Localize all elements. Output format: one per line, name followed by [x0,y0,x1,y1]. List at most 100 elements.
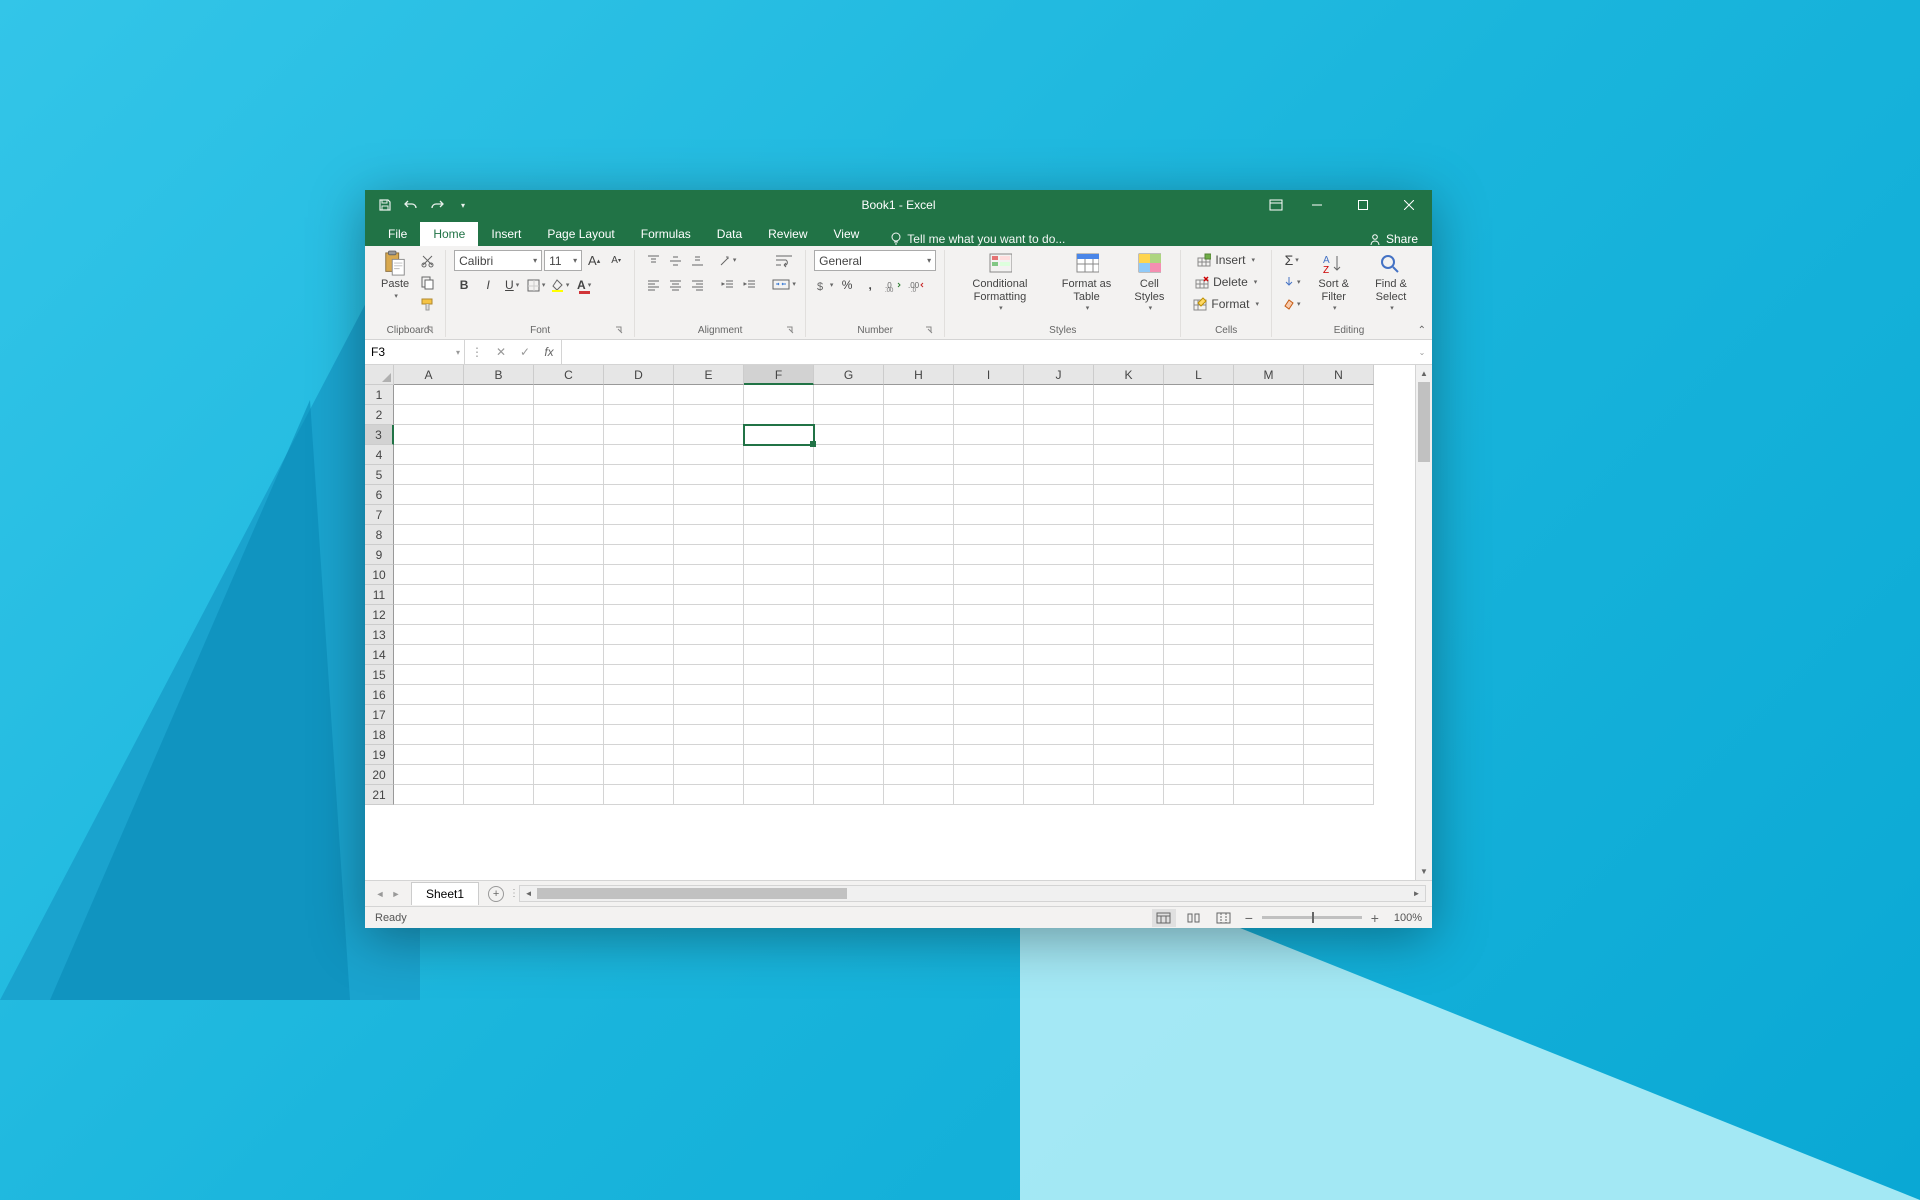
cell[interactable] [534,685,604,705]
cell[interactable] [884,645,954,665]
cell[interactable] [604,785,674,805]
insert-cells-button[interactable]: Insert▾ [1189,250,1263,270]
wrap-text-button[interactable] [771,250,797,270]
insert-function-button[interactable]: fx [541,344,557,360]
cell[interactable] [464,725,534,745]
cell[interactable] [1164,405,1234,425]
cell[interactable] [604,425,674,445]
horizontal-scrollbar[interactable]: ◄ ► [519,885,1426,902]
cell[interactable] [1164,465,1234,485]
zoom-slider[interactable] [1262,916,1362,919]
clear-button[interactable]: ▾ [1280,294,1304,314]
cell[interactable] [604,765,674,785]
cell[interactable] [1164,585,1234,605]
cell[interactable] [394,385,464,405]
cell[interactable] [534,705,604,725]
cell[interactable] [604,625,674,645]
column-header[interactable]: N [1304,365,1374,385]
select-all-corner[interactable] [365,365,394,385]
cell[interactable] [884,385,954,405]
redo-icon[interactable] [429,197,445,213]
cell[interactable] [744,445,814,465]
zoom-out-button[interactable]: − [1242,910,1256,926]
cell[interactable] [954,625,1024,645]
decrease-decimal-button[interactable]: .00.0 [906,275,926,295]
sort-filter-button[interactable]: AZ Sort & Filter▾ [1309,250,1357,315]
row-header[interactable]: 8 [365,525,394,545]
cell[interactable] [1234,585,1304,605]
format-painter-button[interactable] [417,294,437,314]
cell[interactable] [884,785,954,805]
cancel-formula-button[interactable]: ✕ [493,344,509,360]
cell[interactable] [1234,505,1304,525]
cell[interactable] [1024,405,1094,425]
cell[interactable] [884,585,954,605]
row-header[interactable]: 19 [365,745,394,765]
cell[interactable] [534,405,604,425]
scroll-right-button[interactable]: ► [1408,886,1425,901]
cell[interactable] [954,405,1024,425]
tab-file[interactable]: File [375,222,420,246]
cell[interactable] [744,565,814,585]
cell[interactable] [1094,405,1164,425]
delete-cells-button[interactable]: Delete▾ [1189,272,1263,292]
scroll-up-button[interactable]: ▲ [1416,365,1432,382]
cell[interactable] [814,645,884,665]
cell[interactable] [884,685,954,705]
scroll-left-button[interactable]: ◄ [520,886,537,901]
number-launcher[interactable] [924,325,936,337]
decrease-indent-button[interactable] [717,274,737,294]
cell[interactable] [394,745,464,765]
column-header[interactable]: G [814,365,884,385]
column-header[interactable]: E [674,365,744,385]
font-color-button[interactable]: A▾ [574,275,594,295]
column-header[interactable]: L [1164,365,1234,385]
cell[interactable] [1304,685,1374,705]
cell[interactable] [534,465,604,485]
cell[interactable] [1304,665,1374,685]
fill-color-button[interactable]: ▾ [550,275,570,295]
ribbon-options-icon[interactable] [1268,197,1284,213]
align-bottom-button[interactable] [687,250,707,270]
cell[interactable] [954,725,1024,745]
cell[interactable] [394,525,464,545]
cell[interactable] [954,505,1024,525]
row-header[interactable]: 7 [365,505,394,525]
row-header[interactable]: 15 [365,665,394,685]
cell[interactable] [954,665,1024,685]
cell[interactable] [1304,405,1374,425]
cell[interactable] [534,785,604,805]
cell[interactable] [1024,525,1094,545]
column-header[interactable]: B [464,365,534,385]
cell[interactable] [674,625,744,645]
conditional-formatting-button[interactable]: Conditional Formatting▾ [953,250,1047,315]
cell[interactable] [884,465,954,485]
cell[interactable] [674,785,744,805]
cell[interactable] [1234,625,1304,645]
column-header[interactable]: D [604,365,674,385]
cell[interactable] [1024,725,1094,745]
format-cells-button[interactable]: Format▾ [1189,294,1263,314]
cell[interactable] [1304,445,1374,465]
cell[interactable] [1304,765,1374,785]
cell[interactable] [814,425,884,445]
row-header[interactable]: 6 [365,485,394,505]
cell[interactable] [1304,705,1374,725]
cell[interactable] [814,585,884,605]
cell[interactable] [604,485,674,505]
tab-formulas[interactable]: Formulas [628,222,704,246]
row-header[interactable]: 5 [365,465,394,485]
cell[interactable] [464,645,534,665]
cell[interactable] [1024,425,1094,445]
grow-font-button[interactable]: A▴ [584,251,604,271]
cell[interactable] [954,445,1024,465]
sheet-prev-button[interactable]: ◄ [373,887,387,901]
cell[interactable] [884,425,954,445]
cell[interactable] [1164,645,1234,665]
borders-button[interactable]: ▾ [526,275,546,295]
cell[interactable] [1094,725,1164,745]
cell[interactable] [1164,605,1234,625]
cell[interactable] [1234,645,1304,665]
fill-button[interactable]: ▾ [1280,272,1304,292]
cell[interactable] [464,405,534,425]
